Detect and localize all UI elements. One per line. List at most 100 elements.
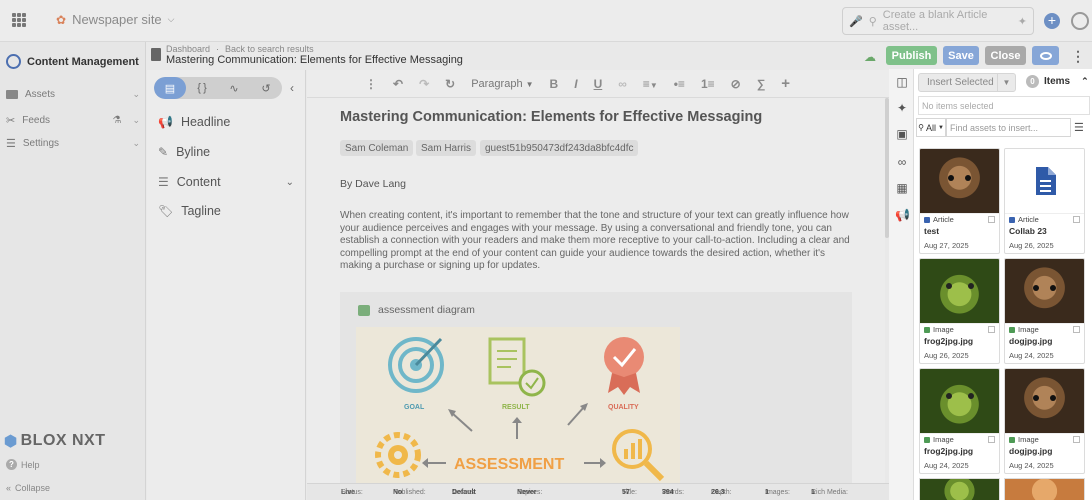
italic-icon[interactable]: I: [574, 77, 577, 91]
image-type-icon: [924, 326, 930, 333]
site-selector[interactable]: ✿ Newspaper site ⌵: [56, 12, 175, 27]
field-label: Content: [176, 175, 221, 189]
author-chip[interactable]: Sam Harris: [416, 140, 477, 156]
asset-card[interactable]: Image frog2jpg.jpg Aug 26, 2025: [919, 258, 1000, 364]
nav-item-feeds[interactable]: ✂ Feeds ⚗ ⌄: [6, 114, 140, 127]
article-byline[interactable]: By Dave Lang: [340, 178, 406, 190]
article-type-icon: [924, 216, 930, 223]
page-title: Mastering Communication: Elements for Ef…: [166, 54, 463, 66]
author-chip[interactable]: guest51b950473df243da8bfc4dfc: [480, 140, 639, 156]
paragraph-select[interactable]: Paragraph ▼: [471, 78, 533, 90]
asset-card[interactable]: Article Collab 23 Aug 26, 2025: [1004, 148, 1085, 254]
bullet-list-icon[interactable]: •≡: [674, 77, 685, 91]
asset-thumbnail: [1005, 259, 1084, 323]
user-avatar-icon[interactable]: [1071, 12, 1089, 30]
nav-item-settings[interactable]: ☰ Settings ⌄: [6, 137, 140, 150]
sparkle-icon[interactable]: ✦: [1018, 15, 1027, 28]
caret-down-icon[interactable]: ▼: [997, 74, 1015, 91]
fields-panel: [147, 70, 306, 500]
help-link[interactable]: ? Help: [6, 459, 40, 470]
hide-icon[interactable]: ⊘: [731, 77, 741, 91]
field-headline[interactable]: 📢 Headline: [158, 115, 294, 129]
align-icon[interactable]: ≡▼: [643, 77, 658, 91]
text-lines-icon: ☰: [158, 175, 169, 189]
assessment-diagram-image[interactable]: GOAL RESULT QUALITY ASSESSMENT: [356, 327, 680, 484]
nav-item-assets[interactable]: Assets ⌄: [6, 89, 140, 100]
add-icon[interactable]: +: [1044, 13, 1060, 29]
collapse-panel-icon[interactable]: ‹: [290, 81, 294, 95]
open-external-icon[interactable]: [988, 326, 995, 333]
field-label: Tagline: [181, 204, 221, 218]
close-button[interactable]: Close: [985, 46, 1026, 65]
nav-title-label: Content Management: [27, 55, 139, 68]
asset-type-filter[interactable]: ⚲ All ▼: [916, 118, 946, 137]
insert-selected-button[interactable]: Insert Selected ▼: [918, 73, 1016, 92]
selected-items-count[interactable]: 0 Items ⌃: [1026, 75, 1089, 88]
fields-tab-icon[interactable]: ▤: [154, 77, 186, 99]
find-assets-input[interactable]: Find assets to insert...: [946, 118, 1071, 137]
publish-button[interactable]: Publish: [886, 46, 937, 65]
create-asset-search[interactable]: 🎤 ⚲ Create a blank Article asset... ✦: [842, 7, 1034, 35]
asset-thumbnail: [1005, 369, 1084, 433]
ai-sparkle-icon[interactable]: ✦: [895, 101, 909, 115]
article-body-paragraph[interactable]: When creating content, it's important to…: [340, 210, 850, 273]
history-icon[interactable]: ↺: [250, 77, 282, 99]
find-replace-icon[interactable]: ↻: [445, 77, 455, 91]
open-external-icon[interactable]: [988, 216, 995, 223]
field-tagline[interactable]: 🏷 Tagline: [158, 204, 294, 218]
bold-icon[interactable]: B: [550, 77, 559, 91]
chevron-down-icon[interactable]: ⌄: [286, 177, 294, 188]
open-external-icon[interactable]: [1073, 326, 1080, 333]
analytics-icon[interactable]: ∿: [218, 77, 250, 99]
nav-title[interactable]: Content Management: [6, 54, 139, 69]
author-chip[interactable]: Sam Coleman: [340, 140, 414, 156]
preview-eye-button[interactable]: [1032, 46, 1059, 65]
asset-card-partial[interactable]: [1004, 478, 1085, 500]
undo-icon[interactable]: ↶: [393, 77, 403, 91]
special-char-icon[interactable]: ∑: [757, 77, 766, 91]
megaphone-icon[interactable]: 📢: [895, 208, 910, 222]
numbered-list-icon[interactable]: 1≡: [701, 77, 715, 91]
microphone-icon[interactable]: 🎤: [849, 15, 863, 28]
help-icon: ?: [6, 459, 17, 470]
app-grid-icon[interactable]: [12, 13, 26, 27]
folder-icon: [6, 90, 18, 99]
asset-card[interactable]: Image frog2jpg.jpg Aug 24, 2025: [919, 368, 1000, 474]
comment-icon[interactable]: ▣: [895, 127, 909, 141]
breadcrumb-dashboard[interactable]: Dashboard: [166, 44, 210, 54]
list-view-icon[interactable]: ☰: [1074, 121, 1084, 134]
asset-name: dogjpg.jpg: [1009, 336, 1053, 346]
article-type-icon: [1009, 216, 1015, 223]
redo-icon[interactable]: ↷: [419, 77, 429, 91]
search-input[interactable]: Create a blank Article asset...: [883, 9, 1012, 33]
layout-icon[interactable]: ▦: [895, 181, 909, 195]
asset-card[interactable]: Image dogjpg.jpg Aug 24, 2025: [1004, 368, 1085, 474]
breadcrumb-back-to-search[interactable]: Back to search results: [225, 44, 314, 54]
field-content[interactable]: ☰ Content ⌄: [158, 175, 294, 189]
open-external-icon[interactable]: [1073, 216, 1080, 223]
kebab-icon[interactable]: ⋮: [365, 77, 377, 91]
code-braces-icon[interactable]: { }: [186, 77, 218, 99]
asset-card[interactable]: Article test Aug 27, 2025: [919, 148, 1000, 254]
save-button[interactable]: Save: [943, 46, 979, 65]
asset-date: Aug 26, 2025: [1009, 241, 1054, 250]
field-byline[interactable]: ✎ Byline: [158, 145, 294, 159]
insert-plus-icon[interactable]: +: [781, 75, 790, 92]
double-chevron-left-icon: «: [6, 483, 12, 493]
asset-card-partial[interactable]: [919, 478, 1000, 500]
article-headline[interactable]: Mastering Communication: Elements for Ef…: [340, 109, 762, 125]
link-icon[interactable]: ∞: [895, 155, 909, 169]
open-external-icon[interactable]: [988, 436, 995, 443]
collapse-nav-button[interactable]: « Collapse: [6, 483, 50, 493]
underline-icon[interactable]: U: [594, 77, 603, 91]
link-icon[interactable]: ∞: [618, 77, 627, 91]
open-external-icon[interactable]: [1073, 436, 1080, 443]
chevron-up-icon[interactable]: ⌃: [1081, 76, 1089, 87]
asset-date: Aug 24, 2025: [1009, 351, 1054, 360]
editor-toolbar: ⋮ ↶ ↷ ↻ Paragraph ▼ B I U ∞ ≡▼ •≡ 1≡ ⊘ ∑…: [307, 70, 889, 98]
library-icon[interactable]: ◫: [895, 75, 909, 89]
asset-card[interactable]: Image dogjpg.jpg Aug 24, 2025: [1004, 258, 1085, 364]
diagram-assessment-label: ASSESSMENT: [454, 456, 564, 473]
more-options-icon[interactable]: ⋮: [1071, 48, 1085, 65]
cube-icon: ⬢: [4, 433, 18, 450]
